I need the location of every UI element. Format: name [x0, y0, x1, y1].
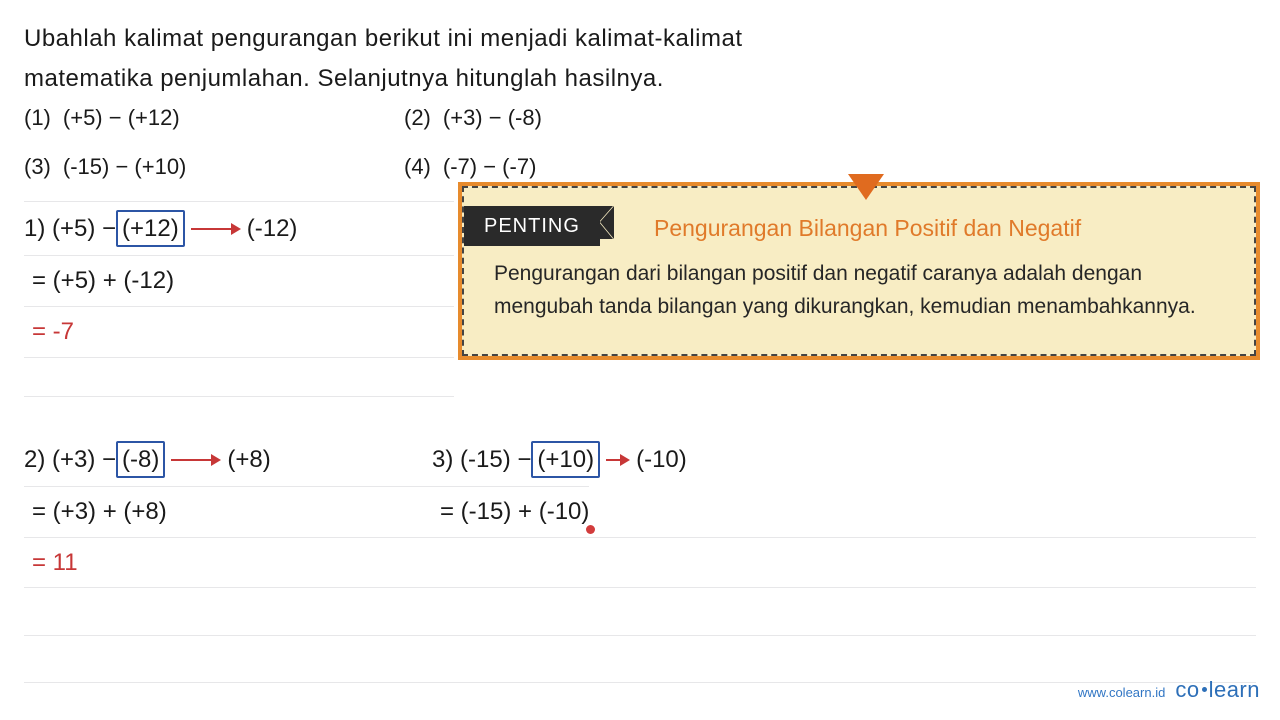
solution-1: 1) (+5) − (+12) (-12) = (+5) + (-12) = -…	[24, 201, 454, 397]
solution-3: 3) (-15) − (+10) (-10)	[432, 433, 687, 487]
solutions-row-2: 2) (+3) − (-8) (+8) 3) (-15) − (+10) (-1…	[24, 433, 1256, 487]
callout-body: Pengurangan dari bilangan positif dan ne…	[494, 258, 1226, 323]
problem-number: (2)	[404, 103, 431, 134]
expr-prefix: 1) (+5) −	[24, 212, 116, 246]
arrow-target: (-12)	[247, 212, 298, 246]
footer: www.colearn.id colearn	[1078, 675, 1260, 706]
instruction-line-2: matematika penjumlahan. Selanjutnya hitu…	[24, 62, 1256, 96]
solution-line: 1) (+5) − (+12) (-12)	[24, 201, 454, 256]
boxed-term: (+10)	[531, 441, 600, 479]
solution-step: = (-15) + (-10)	[432, 486, 589, 537]
brand-part-b: learn	[1209, 677, 1260, 702]
arrow-target: (+8)	[227, 443, 270, 477]
callout-title: Pengurangan Bilangan Positif dan Negatif	[654, 212, 1254, 244]
solution-result: = 11	[24, 537, 1256, 588]
problem-expression: (+3) − (-8)	[443, 103, 542, 134]
brand-part-a: co	[1175, 677, 1199, 702]
solution-step: = (+3) + (+8)	[24, 486, 432, 537]
problem-expression: (+5) − (+12)	[63, 103, 180, 134]
important-callout: PENTING Pengurangan Bilangan Positif dan…	[462, 186, 1256, 356]
arrow-right-icon	[191, 212, 241, 246]
problem-expression: (-15) − (+10)	[63, 152, 187, 183]
problems-row-1: (1) (+5) − (+12) (2) (+3) − (-8)	[24, 103, 1256, 134]
arrow-right-icon	[171, 443, 221, 477]
solutions-row-2-step: = (+3) + (+8) = (-15) + (-10)	[24, 486, 1256, 537]
footer-url: www.colearn.id	[1078, 684, 1165, 702]
problem-number: (1)	[24, 103, 51, 134]
blank-rule	[24, 635, 1256, 683]
arrow-target: (-10)	[636, 443, 687, 477]
solution-step: = (+5) + (-12)	[24, 255, 454, 306]
problem-4: (4) (-7) − (-7)	[404, 152, 536, 183]
callout-label: PENTING	[464, 206, 600, 246]
solution-result: = -7	[24, 306, 454, 357]
callout-triangle-icon	[848, 174, 884, 200]
problem-number: (3)	[24, 152, 51, 183]
problems-row-2: (3) (-15) − (+10) (4) (-7) − (-7)	[24, 152, 1256, 183]
laser-pointer-icon	[586, 525, 595, 534]
instruction-line-1: Ubahlah kalimat pengurangan berikut ini …	[24, 22, 1256, 56]
blank-rule	[24, 587, 1256, 635]
problem-2: (2) (+3) − (-8)	[404, 103, 542, 134]
arrow-right-icon	[606, 443, 630, 477]
brand-logo: colearn	[1175, 675, 1260, 706]
problem-number: (4)	[404, 152, 431, 183]
problem-3: (3) (-15) − (+10)	[24, 152, 404, 183]
brand-dot-icon	[1202, 687, 1207, 692]
solution-line: 3) (-15) − (+10) (-10)	[432, 433, 687, 487]
problem-1: (1) (+5) − (+12)	[24, 103, 404, 134]
problem-expression: (-7) − (-7)	[443, 152, 537, 183]
boxed-term: (+12)	[116, 210, 185, 248]
expr-prefix: 3) (-15) −	[432, 443, 531, 477]
solution-line: 2) (+3) − (-8) (+8)	[24, 433, 432, 487]
boxed-term: (-8)	[116, 441, 165, 479]
solution-2: 2) (+3) − (-8) (+8)	[24, 433, 432, 487]
blank-rule	[24, 357, 454, 397]
expr-prefix: 2) (+3) −	[24, 443, 116, 477]
